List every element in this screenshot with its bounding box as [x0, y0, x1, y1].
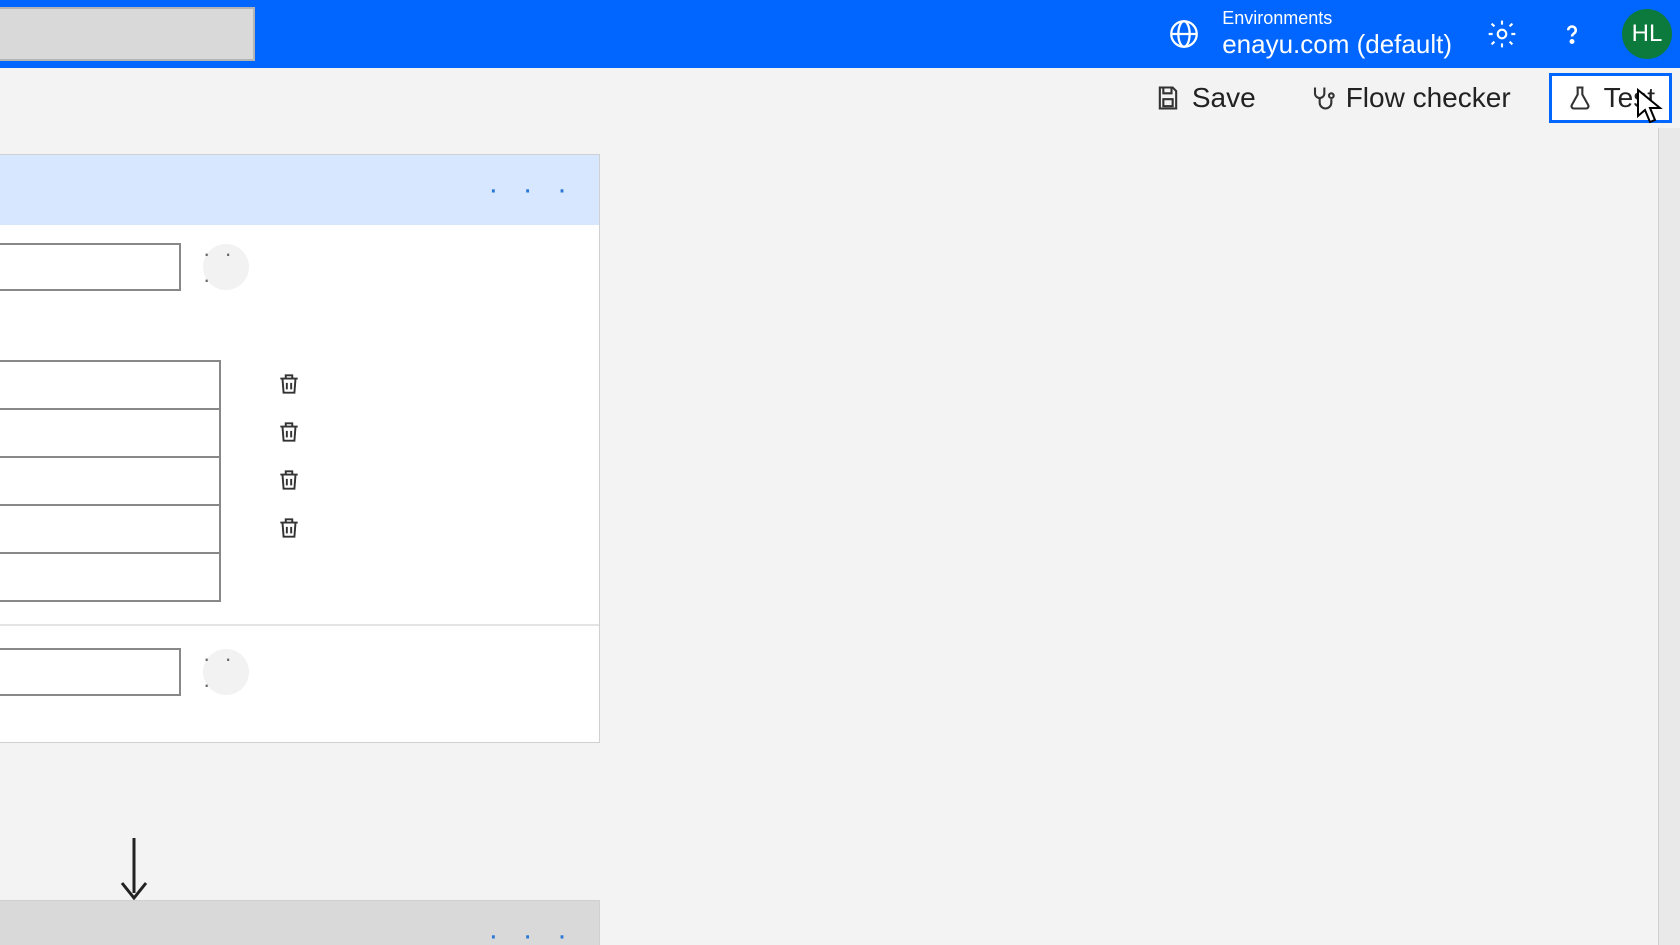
save-button[interactable]: Save — [1140, 76, 1270, 120]
card-header: · · · — [0, 155, 599, 225]
test-label: Test — [1604, 82, 1655, 114]
vertical-scrollbar[interactable] — [1658, 128, 1680, 945]
delivery-method-input[interactable] — [0, 243, 181, 291]
globe-icon — [1164, 14, 1204, 54]
search-input[interactable]: ources — [0, 7, 255, 61]
option-row — [0, 362, 219, 410]
field-row-message: · · · — [0, 648, 569, 696]
flow-arrow-icon — [114, 838, 154, 908]
flow-step-card[interactable]: · · · · · · s — [0, 154, 600, 743]
environment-text: Environments enayu.com (default) — [1222, 8, 1452, 60]
trash-icon — [276, 371, 302, 397]
card-menu-button[interactable]: · · · — [488, 919, 575, 945]
field-row-delivery: · · · — [0, 243, 569, 291]
trash-icon — [276, 515, 302, 541]
option-list — [0, 360, 221, 602]
gear-icon — [1486, 18, 1518, 50]
field-menu-button[interactable]: · · · — [203, 649, 249, 695]
avatar-initials: HL — [1632, 20, 1663, 48]
environment-switcher[interactable]: Environments enayu.com (default) — [1164, 8, 1452, 60]
trash-icon — [276, 419, 302, 445]
test-button[interactable]: Test — [1549, 73, 1672, 123]
option-input[interactable] — [0, 506, 219, 552]
options-label: s — [0, 319, 569, 350]
trash-icon — [276, 467, 302, 493]
flow-step-card[interactable]: · · · — [0, 900, 600, 945]
flow-checker-label: Flow checker — [1346, 82, 1511, 114]
question-icon — [1557, 19, 1587, 49]
divider — [0, 624, 599, 626]
delete-option-button[interactable] — [265, 360, 313, 408]
environment-value: enayu.com (default) — [1222, 29, 1452, 60]
flow-canvas[interactable]: · · · · · · s — [0, 128, 1680, 945]
options-block — [0, 360, 569, 602]
field-menu-button[interactable]: · · · — [203, 244, 249, 290]
option-row — [0, 554, 219, 600]
delete-option-button[interactable] — [265, 504, 313, 552]
card-header: · · · — [0, 901, 599, 945]
user-avatar[interactable]: HL — [1622, 9, 1672, 59]
option-input[interactable] — [0, 458, 219, 504]
stethoscope-icon — [1308, 84, 1336, 112]
action-bar: Save Flow checker Test — [0, 68, 1680, 128]
card-body: · · · s — [0, 225, 599, 742]
card-menu-button[interactable]: · · · — [488, 173, 575, 207]
header-right: Environments enayu.com (default) HL — [1164, 8, 1672, 60]
delete-option-button[interactable] — [265, 408, 313, 456]
environment-label: Environments — [1222, 8, 1452, 29]
settings-button[interactable] — [1482, 14, 1522, 54]
option-row — [0, 506, 219, 554]
option-input[interactable] — [0, 362, 219, 408]
option-input[interactable] — [0, 410, 219, 456]
save-label: Save — [1192, 82, 1256, 114]
option-input[interactable] — [0, 554, 219, 600]
message-input[interactable] — [0, 648, 181, 696]
delete-column — [253, 360, 313, 552]
option-row — [0, 458, 219, 506]
delete-option-button[interactable] — [265, 456, 313, 504]
flow-checker-button[interactable]: Flow checker — [1294, 76, 1525, 120]
help-button[interactable] — [1552, 14, 1592, 54]
flask-icon — [1566, 84, 1594, 112]
save-icon — [1154, 84, 1182, 112]
option-row — [0, 410, 219, 458]
top-header: ources Environments enayu.com (default) — [0, 0, 1680, 68]
